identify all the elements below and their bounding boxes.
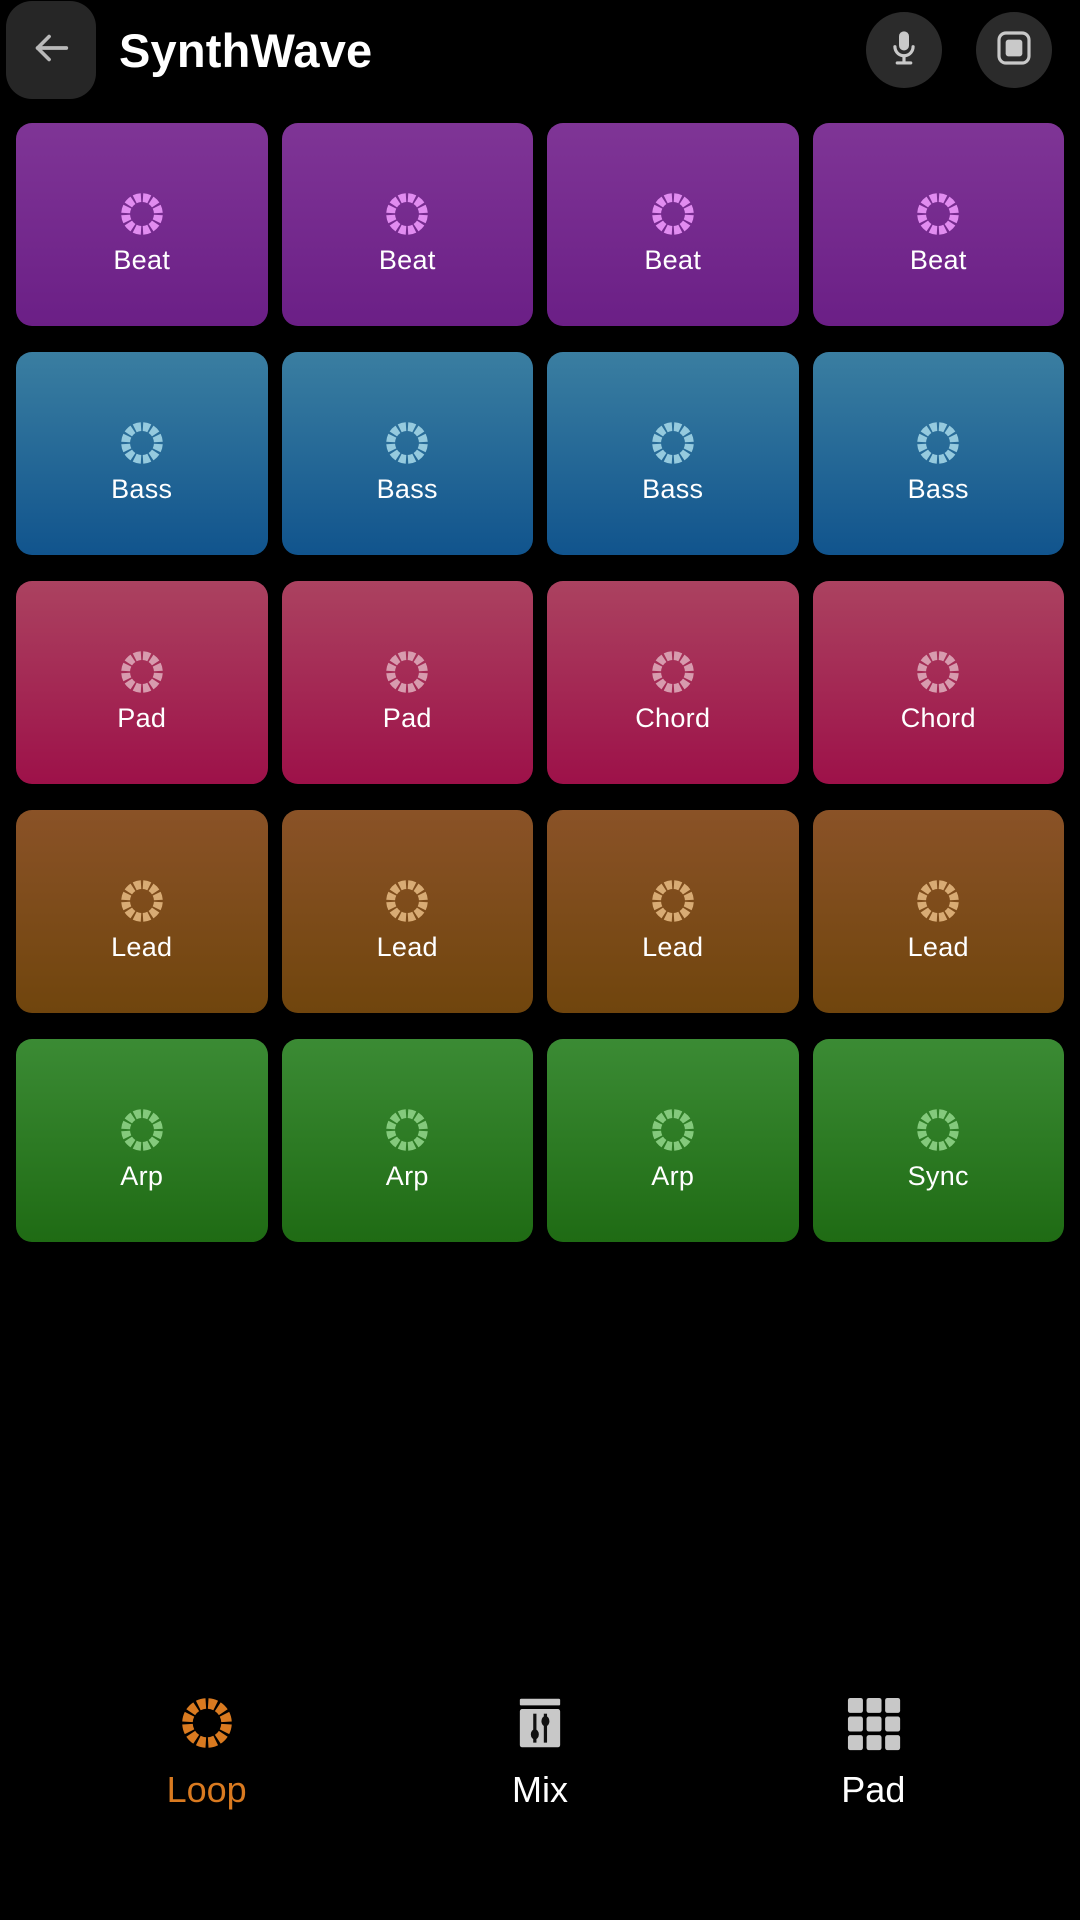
- stop-button[interactable]: [976, 12, 1052, 88]
- loop-pad[interactable]: Beat: [812, 123, 1064, 326]
- loop-ring-icon: [381, 417, 433, 469]
- loop-pad[interactable]: Pad: [16, 581, 268, 784]
- loop-pad-label: Bass: [111, 474, 173, 504]
- loop-pad-label: Lead: [907, 932, 969, 962]
- loop-pad-grid: Beat Beat Beat Beat Bass Bass Bass Bass Pad Pad Ch…: [16, 123, 1064, 1242]
- loop-pad-label: Bass: [376, 474, 438, 504]
- loop-grid-container: Beat Beat Beat Beat Bass Bass Bass Bass Pad Pad Ch…: [0, 100, 1080, 1242]
- loop-pad-label: Pad: [117, 703, 167, 733]
- loop-ring-icon: [912, 875, 964, 927]
- loop-ring-icon: [176, 1690, 238, 1756]
- nav-item-label: Mix: [511, 1769, 568, 1810]
- loop-pad-label: Beat: [644, 245, 702, 275]
- loop-pad[interactable]: Arp: [281, 1039, 533, 1242]
- loop-ring-icon: [647, 875, 699, 927]
- app-root: SynthWave Beat Beat Beat Beat Bass Bass Bass Ba…: [0, 0, 1080, 1920]
- record-mic-button[interactable]: [866, 12, 942, 88]
- loop-pad[interactable]: Bass: [281, 352, 533, 555]
- loop-ring-icon: [116, 188, 168, 240]
- nav-item-label: Pad: [841, 1769, 906, 1810]
- loop-ring-icon: [647, 417, 699, 469]
- loop-pad[interactable]: Lead: [16, 810, 268, 1013]
- stop-square-icon: [994, 28, 1034, 73]
- loop-pad-label: Arp: [651, 1161, 695, 1191]
- loop-pad-label: Lead: [376, 932, 438, 962]
- mixer-faders-icon: [509, 1690, 571, 1756]
- loop-pad[interactable]: Sync: [812, 1039, 1064, 1242]
- loop-pad[interactable]: Lead: [547, 810, 799, 1013]
- loop-ring-icon: [912, 646, 964, 698]
- loop-pad-label: Chord: [635, 703, 711, 733]
- loop-pad[interactable]: Bass: [16, 352, 268, 555]
- loop-pad[interactable]: Lead: [281, 810, 533, 1013]
- loop-pad-label: Bass: [907, 474, 969, 504]
- loop-pad-label: Bass: [642, 474, 704, 504]
- bottom-navigation: Loop Mix Pad: [0, 1620, 1080, 1920]
- loop-pad-label: Beat: [378, 245, 436, 275]
- page-title: SynthWave: [119, 23, 373, 77]
- loop-ring-icon: [647, 1104, 699, 1156]
- loop-pad[interactable]: Chord: [812, 581, 1064, 784]
- loop-pad[interactable]: Pad: [281, 581, 533, 784]
- loop-pad-label: Arp: [385, 1161, 429, 1191]
- loop-pad[interactable]: Bass: [812, 352, 1064, 555]
- nav-item-mix[interactable]: Mix: [420, 1690, 660, 1808]
- loop-pad[interactable]: Arp: [16, 1039, 268, 1242]
- loop-pad-label: Sync: [907, 1161, 969, 1191]
- microphone-icon: [884, 28, 924, 73]
- loop-ring-icon: [116, 1104, 168, 1156]
- grid-3x3-icon: [842, 1690, 904, 1756]
- loop-pad-label: Lead: [642, 932, 704, 962]
- loop-pad-label: Pad: [382, 703, 432, 733]
- loop-pad-label: Beat: [909, 245, 967, 275]
- loop-ring-icon: [912, 417, 964, 469]
- loop-pad[interactable]: Beat: [16, 123, 268, 326]
- loop-ring-icon: [381, 646, 433, 698]
- loop-pad[interactable]: Lead: [812, 810, 1064, 1013]
- loop-ring-icon: [647, 188, 699, 240]
- nav-item-pad[interactable]: Pad: [753, 1690, 993, 1808]
- loop-ring-icon: [912, 1104, 964, 1156]
- loop-ring-icon: [912, 188, 964, 240]
- loop-pad[interactable]: Chord: [547, 581, 799, 784]
- arrow-left-icon: [28, 25, 74, 76]
- loop-pad-label: Beat: [113, 245, 171, 275]
- loop-ring-icon: [381, 1104, 433, 1156]
- loop-pad-label: Chord: [900, 703, 976, 733]
- loop-ring-icon: [381, 188, 433, 240]
- loop-pad[interactable]: Arp: [547, 1039, 799, 1242]
- nav-item-label: Loop: [166, 1769, 247, 1810]
- loop-pad-label: Lead: [111, 932, 173, 962]
- loop-ring-icon: [647, 646, 699, 698]
- loop-pad[interactable]: Bass: [547, 352, 799, 555]
- app-header: SynthWave: [0, 0, 1080, 100]
- loop-ring-icon: [116, 646, 168, 698]
- loop-pad-label: Arp: [120, 1161, 164, 1191]
- loop-pad[interactable]: Beat: [547, 123, 799, 326]
- back-button[interactable]: [6, 1, 96, 99]
- nav-item-loop[interactable]: Loop: [87, 1690, 327, 1808]
- loop-ring-icon: [116, 417, 168, 469]
- loop-ring-icon: [381, 875, 433, 927]
- loop-ring-icon: [116, 875, 168, 927]
- loop-pad[interactable]: Beat: [281, 123, 533, 326]
